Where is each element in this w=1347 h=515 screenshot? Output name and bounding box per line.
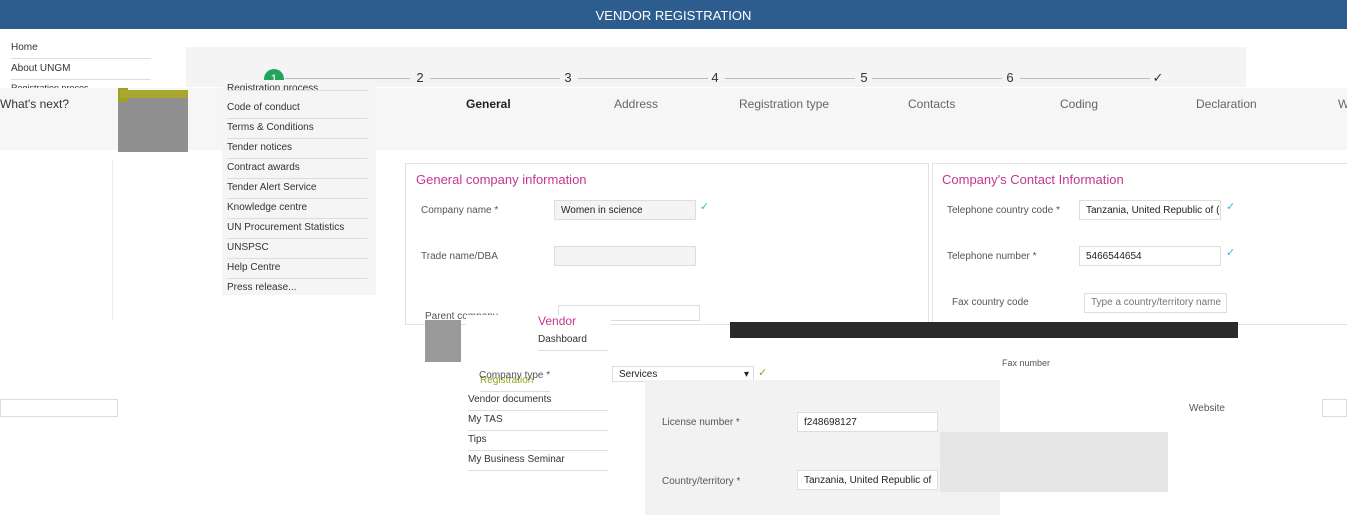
step-4[interactable]: 4 (707, 70, 723, 85)
thumbnail-image (118, 90, 188, 152)
company-type-label: Company type * (479, 370, 551, 381)
vendor-menu-title: Vendor (538, 314, 577, 328)
submenu-knowledge-centre[interactable]: Knowledge centre (227, 199, 367, 219)
whats-next-label: What's next? (0, 97, 69, 111)
submenu-terms[interactable]: Terms & Conditions (227, 119, 367, 139)
overlay-accent (120, 90, 188, 98)
check-icon: ✓ (700, 201, 710, 213)
check-icon: ✓ (1226, 247, 1236, 259)
check-icon: ✓ (1226, 201, 1236, 213)
overlay-bar (730, 322, 1238, 338)
submenu-unspsc[interactable]: UNSPSC (227, 239, 367, 259)
vendor-menu-my-tas[interactable]: My TAS (468, 411, 608, 431)
country-territory-label: Country/territory * (662, 476, 741, 487)
submenu-code-of-conduct[interactable]: Code of conduct (227, 99, 367, 119)
step-5[interactable]: 5 (856, 70, 872, 85)
tel-code-label: Telephone country code * (947, 205, 1060, 216)
fax-code-input[interactable] (1084, 293, 1227, 313)
trade-name-input[interactable] (554, 246, 696, 266)
company-name-label: Company name * (421, 205, 499, 216)
tab-contacts[interactable]: Contacts (908, 97, 955, 111)
company-name-input[interactable]: Women in science (554, 200, 696, 220)
submenu-help-centre[interactable]: Help Centre (227, 259, 367, 279)
tel-code-input[interactable]: Tanzania, United Republic of (+ (1079, 200, 1221, 220)
tab-general[interactable]: General (466, 97, 511, 111)
submenu-tender-alert[interactable]: Tender Alert Service (227, 179, 367, 199)
page-header: VENDOR REGISTRATION (0, 0, 1347, 29)
check-icon: ✓ (758, 367, 768, 379)
general-info-panel (405, 163, 929, 325)
step-2[interactable]: 2 (412, 70, 428, 85)
tab-declaration[interactable]: Declaration (1196, 97, 1257, 111)
step-final-check[interactable]: ✓ (1150, 70, 1166, 86)
submenu-registration-process[interactable]: Registration process (227, 80, 367, 91)
tab-address[interactable]: Address (614, 97, 658, 111)
tel-number-input[interactable]: 5466544654 (1079, 246, 1221, 266)
nav-item-home[interactable]: Home (11, 42, 151, 59)
license-number-label: License number * (662, 417, 740, 428)
trade-name-label: Trade name/DBA (421, 251, 498, 262)
fax-number-label: Fax number (1002, 358, 1051, 368)
left-sidebar-panel (0, 160, 113, 320)
step-6[interactable]: 6 (1002, 70, 1018, 85)
submenu-contract-awards[interactable]: Contract awards (227, 159, 367, 179)
tab-bar (0, 88, 1347, 150)
website-input[interactable] (1322, 399, 1347, 417)
submenu-procurement-stats[interactable]: UN Procurement Statistics (227, 219, 367, 239)
tab-registration-type[interactable]: Registration type (739, 97, 829, 111)
vendor-menu-tips[interactable]: Tips (468, 431, 608, 451)
vendor-menu-dashboard[interactable]: Dashboard (538, 331, 608, 351)
country-territory-input[interactable]: Tanzania, United Republic of (797, 470, 938, 490)
tab-overflow[interactable]: W (1338, 97, 1347, 111)
nav-item-about[interactable]: About UNGM (11, 63, 151, 80)
company-type-value: Services (619, 369, 658, 380)
left-input[interactable] (0, 399, 118, 417)
submenu-press-release[interactable]: Press release... (227, 279, 367, 298)
website-label: Website (1189, 403, 1225, 414)
overlay-fragment (425, 320, 461, 362)
fax-code-label: Fax country code (952, 297, 1029, 308)
gray-overlay (940, 432, 1168, 492)
submenu-tender-notices[interactable]: Tender notices (227, 139, 367, 159)
tab-coding[interactable]: Coding (1060, 97, 1098, 111)
tel-number-label: Telephone number * (947, 251, 1037, 262)
contact-info-title: Company's Contact Information (942, 172, 1124, 187)
step-3[interactable]: 3 (560, 70, 576, 85)
license-number-input[interactable]: f248698127 (797, 412, 938, 432)
general-info-title: General company information (416, 172, 587, 187)
vendor-menu-documents[interactable]: Vendor documents (468, 391, 608, 411)
page-title: VENDOR REGISTRATION (595, 8, 752, 23)
vendor-menu-business-seminar[interactable]: My Business Seminar (468, 451, 608, 471)
